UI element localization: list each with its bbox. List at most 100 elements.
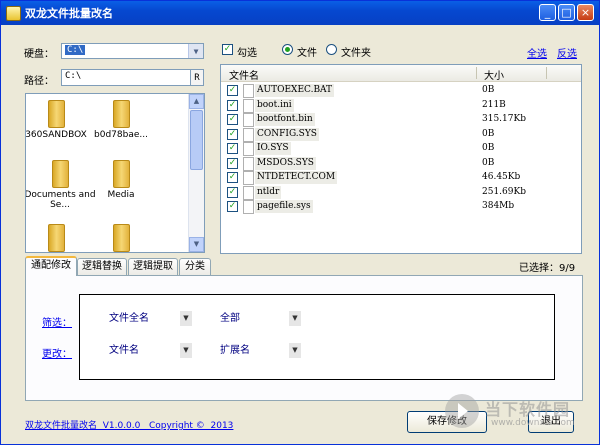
invert-selection-link[interactable]: 反选 [557, 45, 577, 60]
file-list[interactable]: 文件名 大小 ✓ AUTOEXEC.BAT 0B ✓ boot.ini 211B ✓ boot… [220, 64, 582, 254]
modify-target-select[interactable]: 扩展名 ▼ [219, 342, 302, 360]
folder-radio[interactable] [326, 44, 337, 55]
folder-item[interactable] [81, 224, 161, 252]
folder-icon [47, 100, 65, 128]
chevron-down-icon[interactable]: ▼ [188, 44, 203, 58]
filter-scope-select[interactable]: 全部 ▼ [219, 310, 302, 328]
file-name: boot.ini [255, 98, 294, 112]
file-row[interactable]: ✓ AUTOEXEC.BAT 0B [221, 84, 581, 98]
file-row[interactable]: ✓ IO.SYS 0B [221, 142, 581, 156]
watermark-url: www.downxia.com [491, 418, 575, 428]
file-list-header: 文件名 大小 [221, 65, 581, 82]
column-divider[interactable] [546, 67, 547, 79]
row-checkbox[interactable]: ✓ [227, 114, 238, 125]
select-all-link[interactable]: 全选 [527, 45, 547, 60]
row-checkbox[interactable]: ✓ [227, 128, 238, 140]
file-row[interactable]: ✓ pagefile.sys 384Mb [221, 200, 581, 214]
file-icon [243, 171, 254, 185]
folder-icon [51, 160, 69, 188]
file-icon [243, 156, 254, 171]
maximize-button[interactable]: □ [558, 4, 575, 21]
file-row[interactable]: ✓ ntldr 251.69Kb [221, 185, 581, 200]
file-icon [243, 127, 254, 142]
path-label: 路径： [24, 76, 54, 87]
file-size: 0B [482, 128, 495, 139]
modify-link[interactable]: 更改： [42, 345, 72, 360]
file-name: ntldr [255, 185, 282, 199]
scroll-thumb[interactable] [190, 110, 203, 170]
file-icon [243, 185, 254, 200]
path-input[interactable]: C:\ R [61, 69, 204, 86]
folder-view[interactable]: 360SANDBOX b0d78bae... Documents and Se.… [25, 93, 205, 253]
file-name: NTDETECT.COM [255, 171, 338, 184]
folder-radio-label: 文件夹 [341, 48, 371, 59]
row-checkbox[interactable]: ✓ [227, 85, 238, 96]
folder-icon [112, 160, 130, 188]
about-link[interactable]: 双龙文件批量改名 V1.0.0.0 Copyright © 2013 [25, 418, 233, 431]
row-checkbox[interactable]: ✓ [227, 172, 238, 183]
file-name: MSDOS.SYS [255, 156, 316, 170]
file-row[interactable]: ✓ MSDOS.SYS 0B [221, 156, 581, 171]
chevron-down-icon[interactable]: ▼ [289, 311, 301, 326]
tab-wildcard[interactable]: 通配修改 [25, 256, 77, 276]
row-checkbox[interactable]: ✓ [227, 157, 238, 169]
file-name: CONFIG.SYS [255, 127, 319, 141]
file-size: 0B [482, 143, 495, 153]
close-button[interactable]: × [577, 4, 594, 21]
chevron-down-icon[interactable]: ▼ [180, 343, 192, 358]
folder-icon [112, 224, 130, 252]
app-icon [6, 6, 21, 21]
column-header-name[interactable]: 文件名 [229, 67, 259, 82]
file-row[interactable]: ✓ bootfont.bin 315.17Kb [221, 113, 581, 127]
watermark-text: 当下软件园 [485, 400, 571, 419]
tab-panel: 筛选： 文件全名 ▼ 全部 ▼ 更改： 文件名 ▼ 扩展名 ▼ [25, 275, 583, 401]
minimize-button[interactable]: _ [539, 4, 556, 21]
row-checkbox[interactable]: ✓ [227, 201, 238, 212]
selected-count: 已选择：9/9 [519, 263, 576, 274]
folder-item[interactable]: b0d78bae... [81, 100, 161, 140]
file-size: 211B [482, 99, 506, 110]
scroll-down-icon[interactable]: ▼ [189, 237, 204, 252]
path-value: C:\ [65, 71, 82, 81]
chevron-down-icon[interactable]: ▼ [289, 343, 301, 358]
file-icon [243, 113, 254, 127]
file-radio[interactable] [282, 44, 293, 55]
column-divider[interactable] [476, 67, 477, 79]
file-icon [243, 98, 254, 113]
scroll-up-icon[interactable]: ▲ [189, 94, 204, 109]
file-size: 46.45Kb [482, 172, 521, 182]
path-r-button[interactable]: R [190, 69, 204, 86]
filter-link[interactable]: 筛选： [42, 314, 72, 329]
file-size: 251.69Kb [482, 186, 526, 197]
row-checkbox[interactable]: ✓ [227, 99, 238, 111]
folder-item[interactable]: Media [81, 160, 161, 200]
disk-combobox[interactable]: C:\ ▼ [61, 43, 204, 59]
filter-field-select[interactable]: 文件全名 ▼ [108, 310, 193, 328]
file-row[interactable]: ✓ NTDETECT.COM 46.45Kb [221, 171, 581, 185]
file-name: IO.SYS [255, 142, 291, 155]
folder-scrollbar[interactable]: ▲ ▼ [188, 94, 204, 252]
window-title: 双龙文件批量改名 [25, 7, 113, 20]
file-icon [243, 142, 254, 156]
title-bar[interactable]: 双龙文件批量改名 _ □ × [1, 1, 599, 25]
check-all-checkbox[interactable]: ✓ [222, 44, 233, 55]
file-row[interactable]: ✓ boot.ini 211B [221, 98, 581, 113]
file-name: AUTOEXEC.BAT [255, 84, 335, 97]
file-name: pagefile.sys [255, 200, 313, 213]
rule-box [79, 294, 555, 380]
modify-field-select[interactable]: 文件名 ▼ [108, 342, 193, 360]
file-size: 0B [482, 85, 495, 95]
tab-extract[interactable]: 逻辑提取 [128, 258, 178, 275]
file-size: 384Mb [482, 201, 515, 211]
column-header-size[interactable]: 大小 [484, 67, 504, 82]
file-row[interactable]: ✓ CONFIG.SYS 0B [221, 127, 581, 142]
disk-value: C:\ [65, 45, 86, 55]
chevron-down-icon[interactable]: ▼ [180, 311, 192, 326]
row-checkbox[interactable]: ✓ [227, 186, 238, 198]
tab-classify[interactable]: 分类 [179, 258, 211, 275]
file-icon [243, 84, 254, 98]
file-icon [243, 200, 254, 214]
row-checkbox[interactable]: ✓ [227, 143, 238, 154]
check-label: 勾选 [237, 48, 257, 59]
tab-replace[interactable]: 逻辑替换 [77, 258, 127, 275]
